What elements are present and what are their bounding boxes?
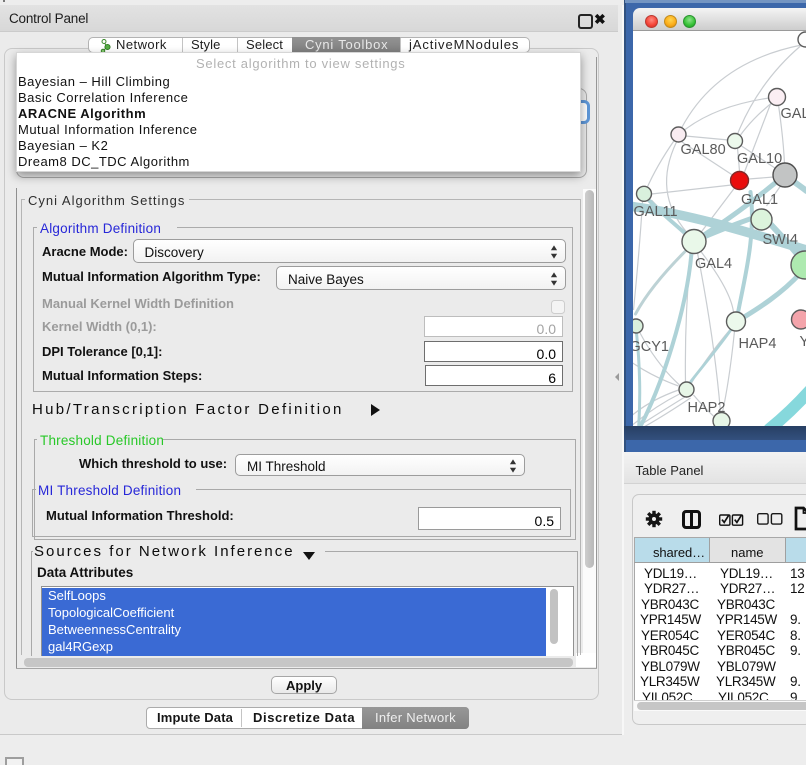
svg-text:HAP2: HAP2 xyxy=(687,400,725,416)
svg-text:Y: Y xyxy=(799,334,806,350)
svg-text:GAL1: GAL1 xyxy=(741,192,778,208)
svg-text:GAL4: GAL4 xyxy=(695,256,732,272)
svg-text:SWI4: SWI4 xyxy=(762,232,797,248)
svg-text:GAL7: GAL7 xyxy=(780,106,806,122)
svg-text:GAL80: GAL80 xyxy=(680,142,725,158)
svg-text:GAL10: GAL10 xyxy=(737,151,782,167)
svg-text:GAL11: GAL11 xyxy=(633,204,677,220)
svg-text:GCY1: GCY1 xyxy=(633,339,669,355)
svg-text:HAP4: HAP4 xyxy=(738,336,776,352)
